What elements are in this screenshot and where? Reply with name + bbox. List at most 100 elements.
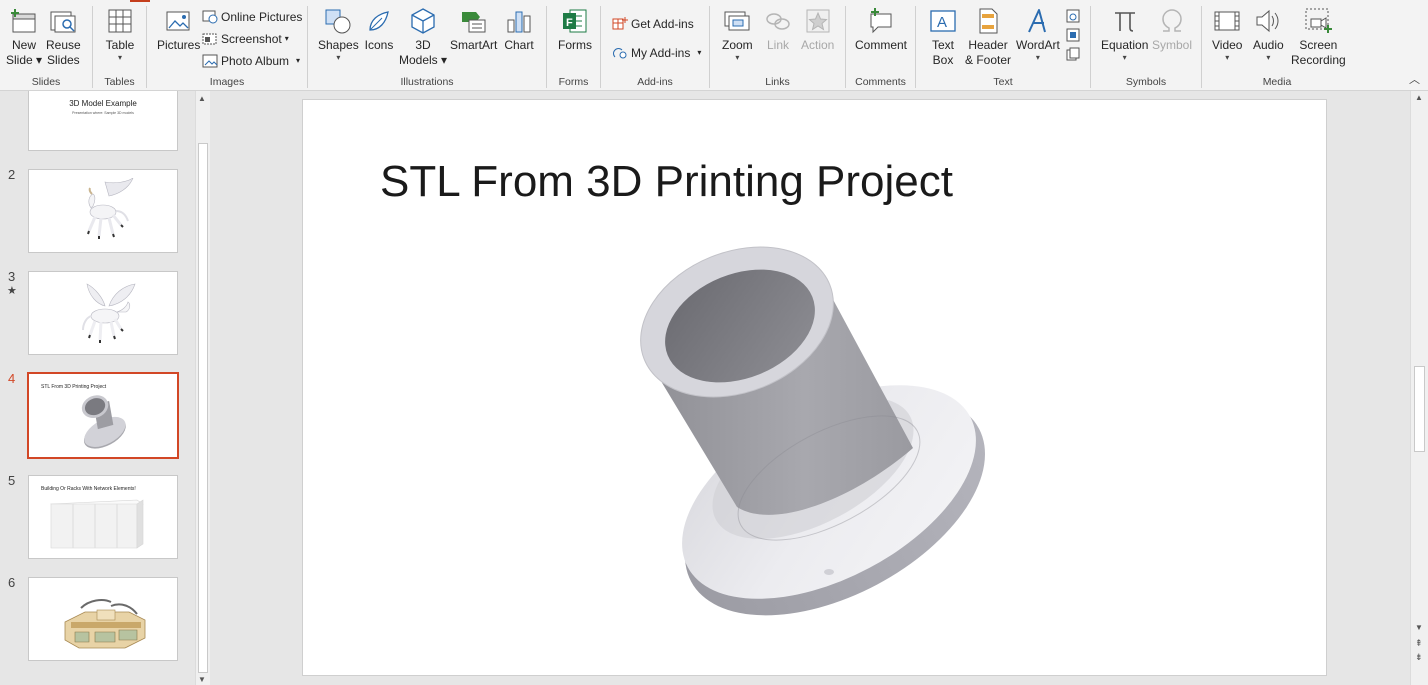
chart-button[interactable]: Chart <box>504 6 534 53</box>
slide-thumbnail-5[interactable]: Building Or Racks With Network Elements! <box>28 475 178 559</box>
slide-number: 2 <box>8 167 16 182</box>
speaker-icon <box>1256 9 1279 33</box>
header-footer-button[interactable]: Header & Footer <box>965 6 1011 68</box>
date-time-icon[interactable] <box>1065 8 1081 24</box>
new-slide-button[interactable]: New Slide ▾ <box>6 6 42 68</box>
scroll-thumb[interactable] <box>198 143 208 673</box>
group-slides: New Slide ▾ Reuse Slides Slides <box>0 0 92 90</box>
reuse-slides-label-1: Reuse <box>46 38 81 52</box>
audio-button[interactable]: Audio ▾ <box>1253 6 1284 62</box>
get-addins-button[interactable]: Get Add-ins <box>612 15 694 33</box>
shapes-caret: ▾ <box>336 53 341 62</box>
scroll-down-icon[interactable]: ▼ <box>1415 623 1423 632</box>
group-media: Video ▾ Audio ▾ Screen Recording Media <box>1202 0 1352 90</box>
zoom-label: Zoom <box>722 38 753 52</box>
current-slide[interactable]: STL From 3D Printing Project <box>302 99 1327 676</box>
forms-label: Forms <box>558 38 592 52</box>
thumbnail-subtitle: Presentation where: Sample 3D models <box>72 111 134 115</box>
zoom-button[interactable]: Zoom ▾ <box>722 6 753 62</box>
reuse-slides-label-2: Slides <box>47 53 80 67</box>
slide-number: 5 <box>8 473 16 488</box>
my-addins-button[interactable]: My Add-ins ▾ <box>612 44 701 62</box>
new-slide-label-1: New <box>12 38 37 52</box>
wordart-label: WordArt <box>1016 38 1060 52</box>
scroll-down-icon[interactable]: ▼ <box>198 675 206 684</box>
text-box-icon: A <box>930 10 956 32</box>
screen-recording-label-1: Screen <box>1299 38 1338 52</box>
comment-icon <box>870 8 892 34</box>
icons-button[interactable]: Icons <box>364 6 394 53</box>
link-button[interactable]: Link <box>763 6 793 53</box>
object-icon[interactable] <box>1065 46 1081 62</box>
forms-icon: F <box>563 9 587 33</box>
wordart-button[interactable]: WordArt ▾ <box>1016 6 1060 62</box>
previous-slide-icon[interactable]: ⇞ <box>1415 639 1423 648</box>
group-label-forms: Forms <box>558 76 589 88</box>
slide-thumbnail-4[interactable]: STL From 3D Printing Project <box>27 372 179 459</box>
get-addins-label: Get Add-ins <box>631 17 694 31</box>
icons-icon <box>369 11 389 31</box>
shapes-label: Shapes <box>318 38 359 52</box>
store-icon <box>612 17 628 30</box>
group-label-links: Links <box>765 76 790 88</box>
symbol-button[interactable]: Symbol <box>1152 6 1192 53</box>
omega-icon <box>1162 9 1182 32</box>
pictures-icon <box>166 11 190 31</box>
group-label-slides: Slides <box>31 76 61 88</box>
building-model-image <box>64 599 146 649</box>
text-box-label-2: Box <box>932 53 954 67</box>
slide-thumbnail-pane: 3D Model Example Presentation where: Sam… <box>0 91 212 685</box>
slide-thumbnail-6[interactable] <box>28 577 178 661</box>
next-slide-icon[interactable]: ⇟ <box>1415 653 1423 662</box>
audio-label: Audio <box>1253 38 1284 52</box>
scroll-up-icon[interactable]: ▲ <box>1415 93 1423 102</box>
forms-button[interactable]: F Forms <box>558 6 592 53</box>
slide-editing-canvas: STL From 3D Printing Project <box>213 91 1410 685</box>
scroll-up-icon[interactable]: ▲ <box>198 94 206 103</box>
online-pictures-button[interactable]: Online Pictures <box>202 8 302 26</box>
action-button[interactable]: Action <box>801 6 834 53</box>
text-box-label-1: Text <box>931 38 954 52</box>
stl-3d-model[interactable] <box>633 230 1003 620</box>
slide-number: 6 <box>8 575 16 590</box>
action-label: Action <box>801 38 835 52</box>
pi-icon <box>1114 12 1135 32</box>
zoom-caret: ▾ <box>735 53 740 62</box>
video-button[interactable]: Video ▾ <box>1212 6 1242 62</box>
pictures-button[interactable]: Pictures <box>157 6 200 53</box>
collapse-ribbon-icon[interactable]: ︿ <box>1409 71 1420 87</box>
online-pictures-icon <box>202 10 218 24</box>
reuse-slides-button[interactable]: Reuse Slides <box>46 6 81 68</box>
slide-number-icon[interactable] <box>1065 27 1081 43</box>
photo-album-button[interactable]: Photo Album ▾ <box>202 52 300 70</box>
smartart-button[interactable]: SmartArt <box>450 6 497 53</box>
3d-models-button[interactable]: 3D Models ▾ <box>399 6 447 68</box>
slide-thumbnail-1[interactable]: 3D Model Example Presentation where: Sam… <box>28 91 178 151</box>
thumbnail-scrollbar[interactable]: ▲ ▼ <box>195 91 210 685</box>
my-addins-icon <box>613 48 627 59</box>
table-button[interactable]: Table ▾ <box>105 6 135 62</box>
slide-thumbnail-2[interactable] <box>28 169 178 253</box>
slide-scrollbar[interactable]: ▲ ▼ ⇞ ⇟ <box>1410 91 1428 685</box>
smartart-icon <box>461 12 486 33</box>
slide-title[interactable]: STL From 3D Printing Project <box>380 157 953 207</box>
group-links: Zoom ▾ Link Action Links <box>710 0 845 90</box>
equation-button[interactable]: Equation ▾ <box>1101 6 1148 62</box>
screen-recording-button[interactable]: Screen Recording <box>1291 6 1346 68</box>
scroll-thumb[interactable] <box>1414 366 1425 452</box>
new-slide-icon <box>11 9 36 33</box>
video-caret: ▾ <box>1225 53 1230 62</box>
header-footer-label-1: Header <box>968 38 1008 52</box>
thumbnail-title: 3D Model Example <box>69 99 137 108</box>
video-icon <box>1214 11 1240 31</box>
screenshot-button[interactable]: Screenshot ▾ <box>202 30 289 48</box>
text-box-button[interactable]: A Text Box <box>928 6 958 68</box>
shapes-button[interactable]: Shapes ▾ <box>318 6 359 62</box>
group-addins: Get Add-ins My Add-ins ▾ Add-ins <box>601 0 709 90</box>
group-label-media: Media <box>1262 76 1292 88</box>
chart-icon <box>507 11 531 33</box>
group-comments: Comment Comments <box>846 0 915 90</box>
link-icon <box>766 13 790 30</box>
comment-button[interactable]: Comment <box>855 6 907 53</box>
slide-thumbnail-3[interactable] <box>28 271 178 355</box>
